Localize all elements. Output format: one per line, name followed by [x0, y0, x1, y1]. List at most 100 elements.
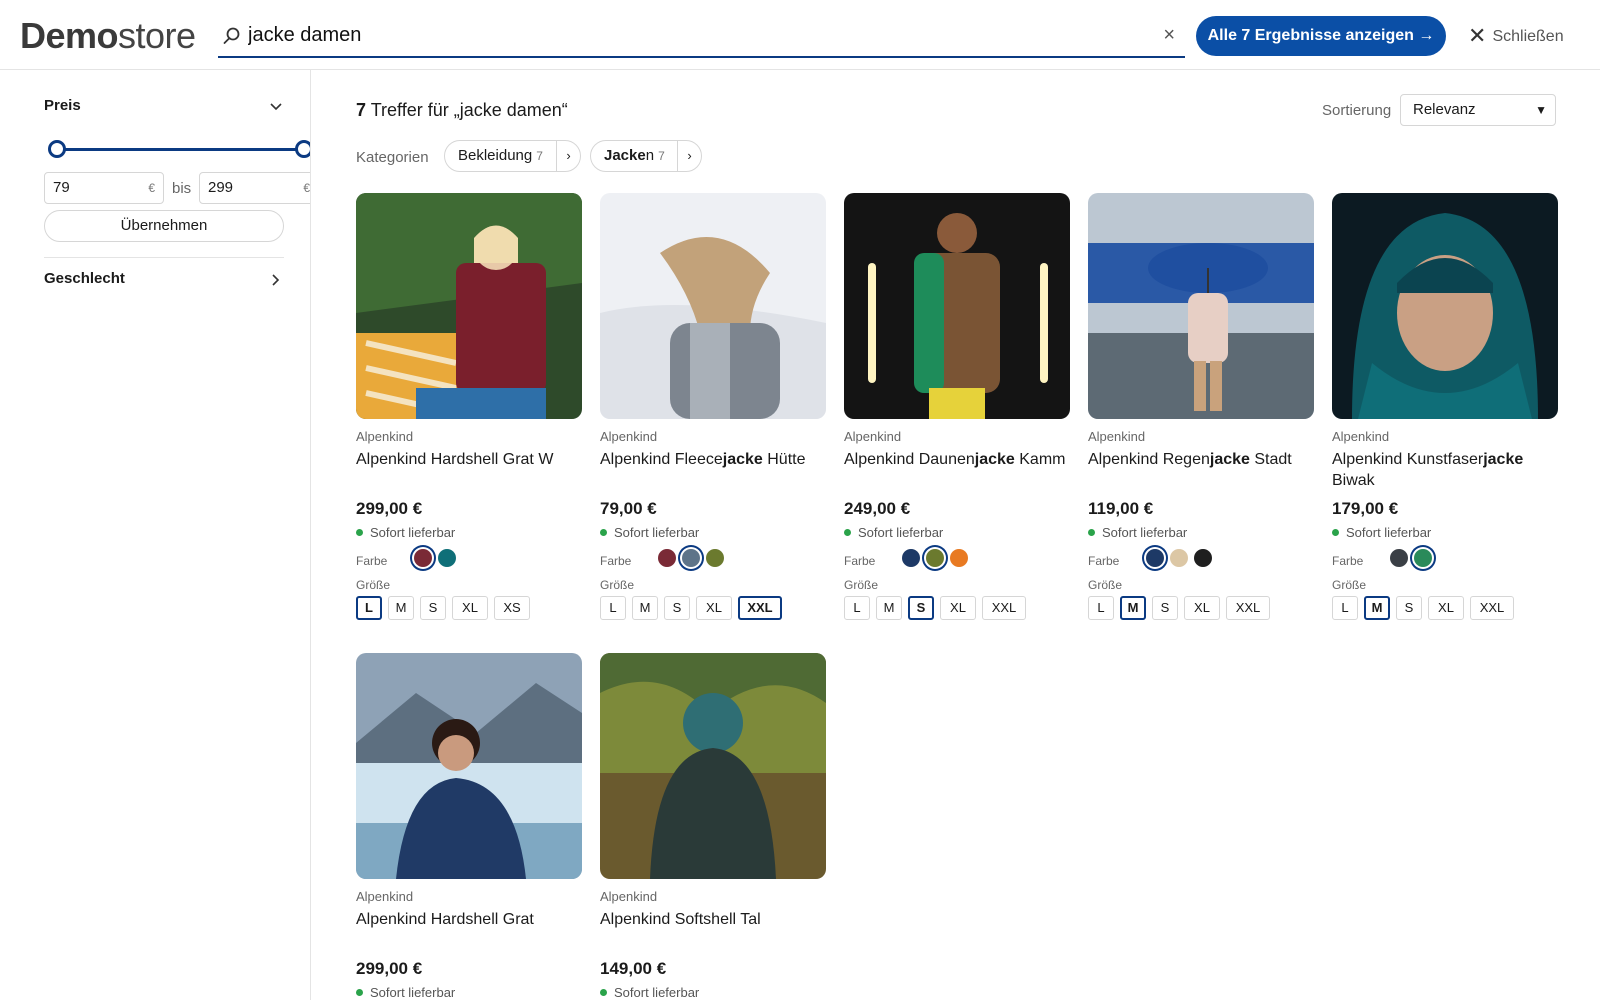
product-image[interactable]: [1088, 193, 1314, 419]
size-label: Größe: [356, 578, 391, 592]
product-name[interactable]: Alpenkind Softshell Tal: [600, 909, 826, 930]
product-card[interactable]: Alpenkind Alpenkind Kunstfaserjacke Biwak…: [1332, 193, 1558, 623]
product-price: 299,00 €: [356, 499, 423, 518]
product-name[interactable]: Alpenkind Daunenjacke Kamm: [844, 449, 1070, 470]
size-option[interactable]: XXL: [982, 596, 1026, 620]
category-chip-bekleidung[interactable]: Bekleidung 7 ›: [444, 140, 581, 172]
filter-gender-header[interactable]: Geschlecht: [44, 270, 284, 287]
search-icon: [223, 27, 240, 44]
clear-search-icon[interactable]: ×: [1163, 24, 1175, 47]
size-option[interactable]: L: [844, 596, 870, 620]
color-label: Farbe: [356, 554, 388, 568]
product-card[interactable]: Alpenkind Alpenkind Daunenjacke Kamm 249,0…: [844, 193, 1070, 623]
color-label: Farbe: [1332, 554, 1364, 568]
results-heading: 7 Treffer für „jacke damen“: [356, 100, 568, 120]
color-swatch[interactable]: [414, 549, 432, 567]
chevron-down-icon: ▼: [1535, 103, 1547, 117]
size-option[interactable]: M: [876, 596, 902, 620]
size-option[interactable]: L: [600, 596, 626, 620]
price-slider-min-handle[interactable]: [48, 140, 66, 158]
size-option[interactable]: L: [1088, 596, 1114, 620]
chevron-right-icon: ›: [556, 141, 580, 171]
size-label: Größe: [1332, 578, 1367, 592]
product-image[interactable]: [1332, 193, 1558, 419]
filter-price-header[interactable]: Preis: [44, 97, 284, 114]
size-label: Größe: [1088, 578, 1123, 592]
size-option[interactable]: XL: [452, 596, 488, 620]
size-option[interactable]: M: [1364, 596, 1390, 620]
color-swatch[interactable]: [1390, 549, 1408, 567]
availability-dot-icon: [844, 529, 851, 536]
availability-status: Sofort lieferbar: [600, 985, 699, 1000]
color-swatch[interactable]: [1146, 549, 1164, 567]
product-price: 79,00 €: [600, 499, 657, 518]
search-input[interactable]: [248, 20, 1128, 50]
size-option[interactable]: XXL: [1226, 596, 1270, 620]
availability-dot-icon: [1332, 529, 1339, 536]
size-option[interactable]: XL: [1428, 596, 1464, 620]
color-swatch[interactable]: [950, 549, 968, 567]
sort-select[interactable]: Relevanz ▼: [1400, 94, 1556, 126]
size-option[interactable]: M: [632, 596, 658, 620]
close-button[interactable]: ✕ Schließen: [1468, 20, 1564, 52]
filter-sidebar: Preis 79 € bis 299 € Übernehmen Geschlecht: [0, 70, 311, 1000]
availability-status: Sofort lieferbar: [356, 525, 455, 540]
size-option[interactable]: XS: [494, 596, 530, 620]
color-swatch[interactable]: [1194, 549, 1212, 567]
product-price: 179,00 €: [1332, 499, 1399, 518]
size-option[interactable]: XXL: [1470, 596, 1514, 620]
size-option[interactable]: S: [1396, 596, 1422, 620]
availability-status: Sofort lieferbar: [600, 525, 699, 540]
search-field[interactable]: ×: [218, 14, 1185, 58]
price-range-separator: bis: [172, 180, 192, 197]
color-swatch[interactable]: [682, 549, 700, 567]
product-card[interactable]: Alpenkind Alpenkind Hardshell Grat 299,00 …: [356, 653, 582, 1000]
price-slider-track[interactable]: [56, 148, 306, 151]
availability-status: Sofort lieferbar: [1088, 525, 1187, 540]
size-option[interactable]: XL: [1184, 596, 1220, 620]
product-name[interactable]: Alpenkind Kunstfaserjacke Biwak: [1332, 449, 1558, 491]
chevron-right-icon: [272, 274, 280, 286]
color-swatch[interactable]: [706, 549, 724, 567]
color-swatch[interactable]: [1170, 549, 1188, 567]
size-option[interactable]: M: [388, 596, 414, 620]
product-card[interactable]: Alpenkind Alpenkind Softshell Tal 149,00 €…: [600, 653, 826, 1000]
price-max-input[interactable]: 299 €: [199, 172, 310, 204]
product-brand: Alpenkind: [600, 429, 658, 444]
product-card[interactable]: Alpenkind Alpenkind Hardshell Grat W 299,0…: [356, 193, 582, 623]
size-option[interactable]: S: [1152, 596, 1178, 620]
product-card[interactable]: Alpenkind Alpenkind Fleecejacke Hütte 79,0…: [600, 193, 826, 623]
size-option[interactable]: XL: [940, 596, 976, 620]
color-label: Farbe: [1088, 554, 1120, 568]
product-price: 249,00 €: [844, 499, 911, 518]
product-name[interactable]: Alpenkind Regenjacke Stadt: [1088, 449, 1314, 470]
size-option[interactable]: S: [420, 596, 446, 620]
price-slider-max-handle[interactable]: [295, 140, 310, 158]
product-image[interactable]: [600, 193, 826, 419]
color-swatch[interactable]: [1414, 549, 1432, 567]
category-chip-jacken[interactable]: Jacken 7 ›: [590, 140, 702, 172]
size-option[interactable]: L: [1332, 596, 1358, 620]
show-all-results-button[interactable]: Alle 7 Ergebnisse anzeigen →: [1196, 16, 1446, 56]
product-image[interactable]: [600, 653, 826, 879]
size-option[interactable]: S: [664, 596, 690, 620]
apply-price-button[interactable]: Übernehmen: [44, 210, 284, 242]
size-option[interactable]: XXL: [738, 596, 782, 620]
product-name[interactable]: Alpenkind Hardshell Grat W: [356, 449, 582, 470]
product-image[interactable]: [844, 193, 1070, 419]
color-swatch[interactable]: [658, 549, 676, 567]
size-option[interactable]: M: [1120, 596, 1146, 620]
color-swatch[interactable]: [902, 549, 920, 567]
product-image[interactable]: [356, 193, 582, 419]
product-image[interactable]: [356, 653, 582, 879]
size-option[interactable]: L: [356, 596, 382, 620]
product-name[interactable]: Alpenkind Hardshell Grat: [356, 909, 582, 930]
size-option[interactable]: S: [908, 596, 934, 620]
product-name[interactable]: Alpenkind Fleecejacke Hütte: [600, 449, 826, 470]
color-swatch[interactable]: [926, 549, 944, 567]
product-card[interactable]: Alpenkind Alpenkind Regenjacke Stadt 119,0…: [1088, 193, 1314, 623]
price-min-input[interactable]: 79 €: [44, 172, 164, 204]
size-option[interactable]: XL: [696, 596, 732, 620]
store-logo[interactable]: Demostore: [20, 14, 196, 58]
color-swatch[interactable]: [438, 549, 456, 567]
